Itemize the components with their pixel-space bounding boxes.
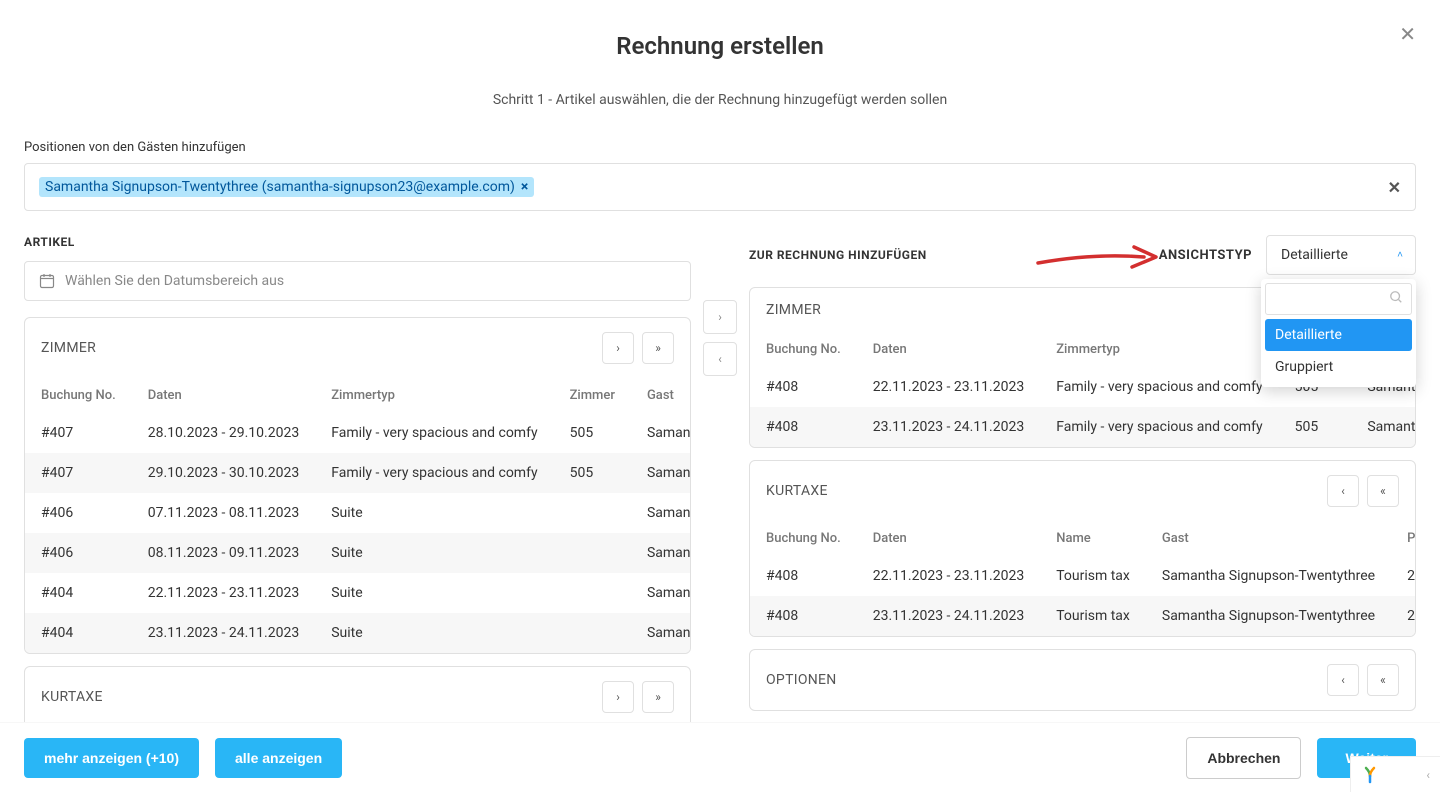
table-row[interactable]: #40607.11.2023 - 08.11.2023SuiteSamantha… xyxy=(25,493,691,533)
right-optionen-panel: OPTIONEN ‹ « xyxy=(749,649,1416,711)
col-gast: Gast xyxy=(1146,521,1391,556)
view-type-dropdown: Detaillierte Gruppiert xyxy=(1261,279,1416,387)
view-type-label: ANSICHTSTYP xyxy=(1159,248,1252,263)
guest-chip-label: Samantha Signupson-Twentythree (samantha… xyxy=(45,179,515,195)
right-kurtaxe-title: KURTAXE xyxy=(766,483,828,499)
guests-chip-input[interactable]: Samantha Signupson-Twentythree (samantha… xyxy=(24,163,1416,211)
view-type-select[interactable]: Detaillierte ˄ xyxy=(1266,235,1416,275)
col-buchung: Buchung No. xyxy=(25,378,132,413)
col-personen: Personen xyxy=(1391,521,1416,556)
left-kurtaxe-title: KURTAXE xyxy=(41,689,103,705)
guests-field-label: Positionen von den Gästen hinzufügen xyxy=(24,140,1416,155)
chevron-up-icon: ˄ xyxy=(1397,250,1403,261)
table-row[interactable]: #40423.11.2023 - 24.11.2023SuiteSamantha… xyxy=(25,613,691,653)
table-row[interactable]: #40608.11.2023 - 09.11.2023SuiteSamantha… xyxy=(25,533,691,573)
brand-logo-icon xyxy=(1361,766,1379,784)
date-range-input[interactable]: Wählen Sie den Datumsbereich aus xyxy=(24,261,691,301)
chevron-left-icon[interactable]: ‹ xyxy=(1426,768,1430,782)
show-more-button[interactable]: mehr anzeigen (+10) xyxy=(24,738,199,778)
table-row[interactable]: #40728.10.2023 - 29.10.2023Family - very… xyxy=(25,413,691,453)
transfer-buttons: › ‹ xyxy=(703,300,737,376)
col-daten: Daten xyxy=(132,378,315,413)
zimmer-next-single-button[interactable]: › xyxy=(602,332,634,364)
cancel-button[interactable]: Abbrechen xyxy=(1186,737,1301,779)
modal-title: Rechnung erstellen xyxy=(24,32,1416,60)
items-section-label: ARTIKEL xyxy=(24,235,691,249)
col-daten: Daten xyxy=(857,521,1040,556)
show-all-button[interactable]: alle anzeigen xyxy=(215,738,342,778)
search-icon xyxy=(1389,290,1403,308)
guest-chip[interactable]: Samantha Signupson-Twentythree (samantha… xyxy=(39,177,534,197)
date-range-placeholder: Wählen Sie den Datumsbereich aus xyxy=(65,273,284,289)
optionen-prev-single-button[interactable]: ‹ xyxy=(1327,664,1359,696)
view-type-value: Detaillierte xyxy=(1281,247,1348,263)
left-zimmer-title: ZIMMER xyxy=(41,340,96,356)
calendar-icon xyxy=(39,273,55,289)
table-row[interactable]: #40729.10.2023 - 30.10.2023Family - very… xyxy=(25,453,691,493)
kurtaxe-right-prev-single-button[interactable]: ‹ xyxy=(1327,475,1359,507)
brand-corner: ‹ xyxy=(1350,756,1440,792)
kurtaxe-left-next-single-button[interactable]: › xyxy=(602,681,634,713)
left-zimmer-panel: ZIMMER › » Buchung No. Daten Zimmertyp Z… xyxy=(24,317,691,654)
right-kurtaxe-table: Buchung No. Daten Name Gast Personen N #… xyxy=(750,521,1416,636)
right-zimmer-title: ZIMMER xyxy=(766,302,821,318)
dropdown-option-detailed[interactable]: Detaillierte xyxy=(1265,319,1412,351)
col-daten: Daten xyxy=(857,332,1040,367)
table-row[interactable]: #40822.11.2023 - 23.11.2023Tourism taxSa… xyxy=(750,556,1416,596)
col-buchung: Buchung No. xyxy=(750,332,857,367)
left-zimmer-table: Buchung No. Daten Zimmertyp Zimmer Gast … xyxy=(25,378,691,653)
col-buchung: Buchung No. xyxy=(750,521,857,556)
col-zimmertyp: Zimmertyp xyxy=(1040,332,1278,367)
kurtaxe-right-prev-all-button[interactable]: « xyxy=(1367,475,1399,507)
table-row[interactable]: #40422.11.2023 - 23.11.2023SuiteSamantha… xyxy=(25,573,691,613)
optionen-prev-all-button[interactable]: « xyxy=(1367,664,1399,696)
right-kurtaxe-panel: KURTAXE ‹ « Buchung No. Daten Name Gast … xyxy=(749,460,1416,637)
dropdown-option-grouped[interactable]: Gruppiert xyxy=(1265,351,1412,383)
close-icon[interactable]: ✕ xyxy=(1399,24,1416,44)
table-row[interactable]: #40823.11.2023 - 24.11.2023Family - very… xyxy=(750,407,1416,447)
guest-chip-remove-icon[interactable]: × xyxy=(521,179,528,195)
guests-clear-icon[interactable]: ✕ xyxy=(1388,178,1401,197)
items-column: ARTIKEL Wählen Sie den Datumsbereich aus… xyxy=(24,235,691,728)
dropdown-search-input[interactable] xyxy=(1265,283,1412,315)
zimmer-next-all-button[interactable]: » xyxy=(642,332,674,364)
col-zimmer: Zimmer xyxy=(554,378,631,413)
invoice-column: ZUR RECHNUNG HINZUFÜGEN ANSICHTSTYP Deta… xyxy=(749,235,1416,711)
table-row[interactable]: #40823.11.2023 - 24.11.2023Tourism taxSa… xyxy=(750,596,1416,636)
transfer-right-button[interactable]: › xyxy=(703,300,737,334)
modal-subtitle: Schritt 1 - Artikel auswählen, die der R… xyxy=(24,92,1416,108)
create-invoice-modal: ✕ Rechnung erstellen Schritt 1 - Artikel… xyxy=(0,0,1440,792)
modal-footer: mehr anzeigen (+10) alle anzeigen Abbrec… xyxy=(0,722,1440,792)
col-zimmertyp: Zimmertyp xyxy=(315,378,553,413)
right-optionen-title: OPTIONEN xyxy=(766,672,837,688)
col-gast: Gast xyxy=(631,378,691,413)
transfer-left-button[interactable]: ‹ xyxy=(703,342,737,376)
kurtaxe-left-next-all-button[interactable]: » xyxy=(642,681,674,713)
invoice-section-label: ZUR RECHNUNG HINZUFÜGEN xyxy=(749,248,927,262)
left-kurtaxe-panel: KURTAXE › » xyxy=(24,666,691,728)
col-name: Name xyxy=(1040,521,1146,556)
